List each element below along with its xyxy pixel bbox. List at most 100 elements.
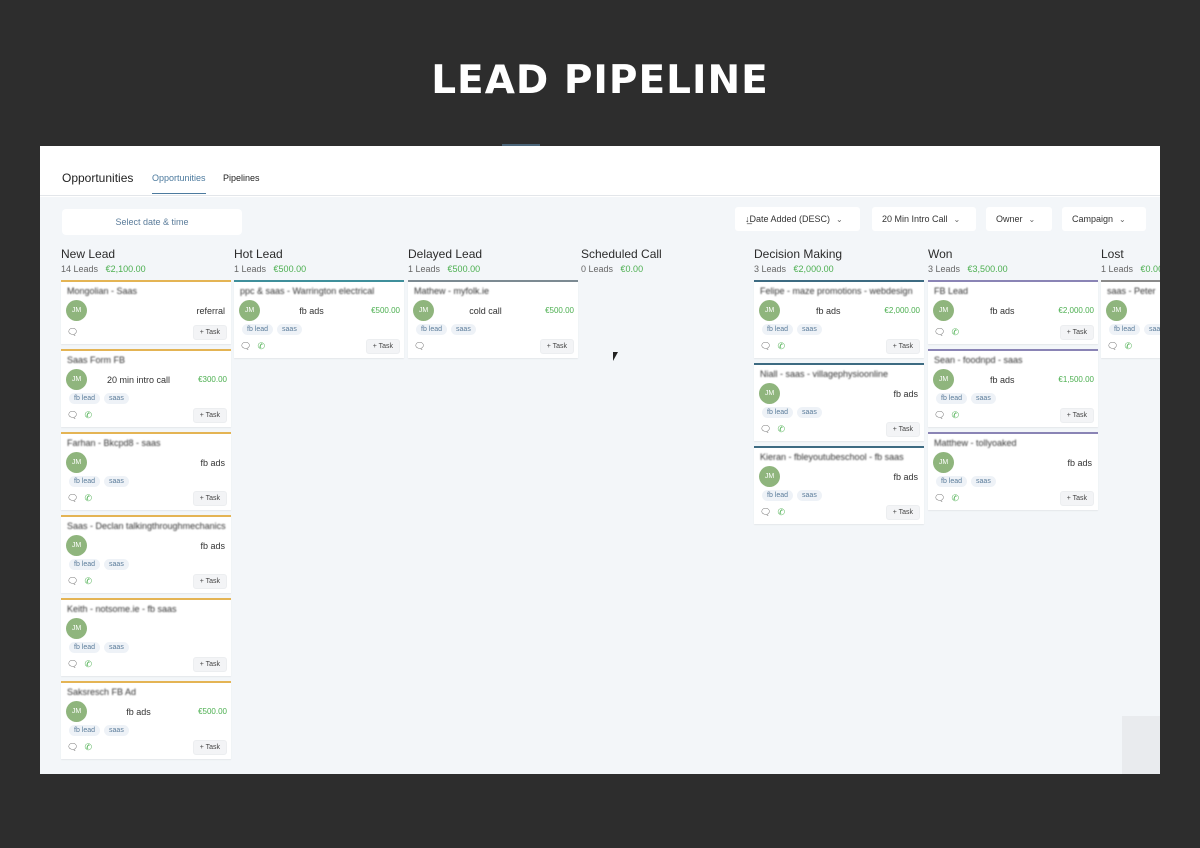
- add-task-button[interactable]: + Task: [192, 325, 227, 340]
- campaign-filter-dropdown[interactable]: Campaign ⌄: [1062, 207, 1146, 231]
- tag-chip[interactable]: saas: [797, 324, 822, 335]
- tag-chip[interactable]: saas: [104, 476, 129, 487]
- chat-icon[interactable]: 🗨: [934, 493, 945, 504]
- phone-icon[interactable]: ✆: [951, 493, 959, 504]
- opportunity-card[interactable]: Niall - saas - villagephysioonline JM fb…: [754, 363, 924, 441]
- avatar: JM: [759, 300, 780, 321]
- add-task-button[interactable]: + Task: [192, 657, 227, 672]
- phone-icon[interactable]: ✆: [777, 341, 785, 352]
- tag-chip[interactable]: fb lead: [762, 490, 794, 501]
- opportunity-card[interactable]: Kieran - fbleyoutubeschool - fb saas JM …: [754, 446, 924, 524]
- opportunity-card[interactable]: Mongolian - Saas JM referral 🗨 + Task: [61, 280, 231, 344]
- opportunity-card[interactable]: Saksresch FB Ad JM fb ads €500.00 fb lea…: [61, 681, 231, 759]
- phone-icon[interactable]: ✆: [84, 410, 92, 421]
- opportunity-card[interactable]: saas - Peter JM fb leadsaas 🗨 ✆ + Task: [1101, 280, 1160, 358]
- add-task-button[interactable]: + Task: [539, 339, 574, 354]
- tag-chip[interactable]: fb lead: [69, 393, 101, 404]
- tag-chip[interactable]: saas: [104, 393, 129, 404]
- chat-icon[interactable]: 🗨: [1107, 341, 1118, 352]
- phone-icon[interactable]: ✆: [777, 507, 785, 518]
- add-task-button[interactable]: + Task: [192, 740, 227, 755]
- owner-filter-dropdown[interactable]: Owner ⌄: [986, 207, 1052, 231]
- tag-chip[interactable]: fb lead: [762, 324, 794, 335]
- card-details: JM cold call €500.00: [413, 300, 574, 321]
- add-task-button[interactable]: + Task: [885, 505, 920, 520]
- opportunity-card[interactable]: Matthew - tollyoaked JM fb ads fb lead sa…: [928, 432, 1098, 510]
- card-footer: 🗨 ✆ + Task: [1107, 339, 1160, 354]
- chat-icon[interactable]: 🗨: [414, 341, 425, 352]
- chat-icon[interactable]: 🗨: [760, 341, 771, 352]
- opportunity-card[interactable]: Saas Form FB JM 20 min intro call €300.0…: [61, 349, 231, 427]
- tag-chip[interactable]: saas: [1144, 324, 1160, 335]
- tag-chip[interactable]: saas: [104, 725, 129, 736]
- chat-icon[interactable]: 🗨: [67, 410, 78, 421]
- tag-chip[interactable]: saas: [971, 476, 996, 487]
- chat-icon[interactable]: 🗨: [934, 327, 945, 338]
- chat-icon[interactable]: 🗨: [934, 410, 945, 421]
- add-task-button[interactable]: + Task: [1059, 325, 1094, 340]
- chat-icon[interactable]: 🗨: [67, 659, 78, 670]
- phone-icon[interactable]: ✆: [257, 341, 265, 352]
- tag-chip[interactable]: fb lead: [762, 407, 794, 418]
- tag-chip[interactable]: fb lead: [936, 393, 968, 404]
- opportunity-card[interactable]: Felipe - maze promotions - webdesign JM …: [754, 280, 924, 358]
- add-task-button[interactable]: + Task: [192, 408, 227, 423]
- phone-icon[interactable]: ✆: [951, 410, 959, 421]
- add-task-button[interactable]: + Task: [885, 422, 920, 437]
- chat-icon[interactable]: 🗨: [67, 493, 78, 504]
- tag-chip[interactable]: saas: [797, 490, 822, 501]
- lead-name: Kieran - fbleyoutubeschool - fb saas: [760, 452, 904, 462]
- chat-icon[interactable]: 🗨: [760, 424, 771, 435]
- tag-chip[interactable]: fb lead: [69, 725, 101, 736]
- tag-chip[interactable]: saas: [104, 559, 129, 570]
- chat-icon[interactable]: 🗨: [240, 341, 251, 352]
- opportunity-card[interactable]: Saas - Declan talkingthroughmechanics JM…: [61, 515, 231, 593]
- add-task-button[interactable]: + Task: [1059, 408, 1094, 423]
- opportunity-card[interactable]: Farhan - Bkcpd8 - saas JM fb ads fb lead…: [61, 432, 231, 510]
- chat-icon[interactable]: 🗨: [67, 742, 78, 753]
- scroll-corner: [1122, 716, 1160, 774]
- phone-icon[interactable]: ✆: [84, 742, 92, 753]
- tag-chip[interactable]: fb lead: [69, 559, 101, 570]
- tag-chip[interactable]: saas: [277, 324, 302, 335]
- date-picker-input[interactable]: Select date & time: [62, 209, 242, 235]
- tag-chip[interactable]: saas: [451, 324, 476, 335]
- card-list: ppc & saas - Warrington electrical JM fb…: [234, 280, 404, 358]
- tag-chip[interactable]: saas: [104, 642, 129, 653]
- chat-icon[interactable]: 🗨: [67, 327, 78, 338]
- opportunity-card[interactable]: Keith - notsome.ie - fb saas JM fb lead s…: [61, 598, 231, 676]
- tab-pipelines[interactable]: Pipelines: [223, 173, 260, 193]
- add-task-button[interactable]: + Task: [1059, 491, 1094, 506]
- opportunity-card[interactable]: Sean - foodnpd - saas JM fb ads €1,500.0…: [928, 349, 1098, 427]
- chat-icon[interactable]: 🗨: [760, 507, 771, 518]
- stage-filter-dropdown[interactable]: 20 Min Intro Call ⌄: [872, 207, 976, 231]
- tag-chip[interactable]: fb lead: [936, 476, 968, 487]
- phone-icon[interactable]: ✆: [84, 576, 92, 587]
- opportunity-card[interactable]: ppc & saas - Warrington electrical JM fb…: [234, 280, 404, 358]
- lead-name: Sean - foodnpd - saas: [934, 355, 1023, 365]
- lead-count: 1 Leads: [408, 264, 441, 274]
- tag-chip[interactable]: fb lead: [69, 642, 101, 653]
- phone-icon[interactable]: ✆: [777, 424, 785, 435]
- tag-chip[interactable]: saas: [971, 393, 996, 404]
- tag-chip[interactable]: fb lead: [416, 324, 448, 335]
- tag-chip[interactable]: fb lead: [242, 324, 274, 335]
- tab-opportunities[interactable]: Opportunities: [152, 173, 206, 194]
- tag-chip[interactable]: fb lead: [1109, 324, 1141, 335]
- add-task-button[interactable]: + Task: [192, 574, 227, 589]
- lead-count: 3 Leads: [754, 264, 787, 274]
- sort-dropdown[interactable]: ↓̲Date Added (DESC) ⌄: [735, 207, 860, 231]
- add-task-button[interactable]: + Task: [192, 491, 227, 506]
- add-task-button[interactable]: + Task: [885, 339, 920, 354]
- phone-icon[interactable]: ✆: [84, 659, 92, 670]
- opportunity-card[interactable]: Mathew - myfolk.ie JM cold call €500.00 …: [408, 280, 578, 358]
- phone-icon[interactable]: ✆: [951, 327, 959, 338]
- add-task-button[interactable]: + Task: [365, 339, 400, 354]
- chat-icon[interactable]: 🗨: [67, 576, 78, 587]
- phone-icon[interactable]: ✆: [84, 493, 92, 504]
- lead-count: 1 Leads: [234, 264, 267, 274]
- phone-icon[interactable]: ✆: [1124, 341, 1132, 352]
- opportunity-card[interactable]: FB Lead JM fb ads €2,000.00 🗨 ✆ + Task: [928, 280, 1098, 344]
- tag-chip[interactable]: saas: [797, 407, 822, 418]
- tag-chip[interactable]: fb lead: [69, 476, 101, 487]
